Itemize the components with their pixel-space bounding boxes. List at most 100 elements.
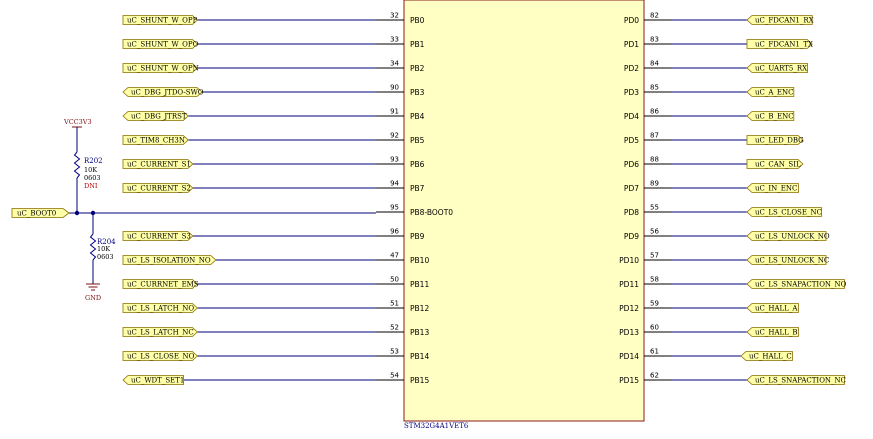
pin-name: PD2 (624, 64, 639, 73)
pin-name: PD11 (619, 280, 639, 289)
r204-value: 10K (97, 245, 110, 253)
pin-number: 90 (390, 84, 399, 92)
net-label: uC_WDT_SET1 (131, 377, 184, 385)
pin-number: 96 (390, 228, 399, 236)
pin-name: PD13 (619, 328, 639, 337)
pin-row-pb3: PB3 90 uC_DBG_JTDO-SWO (122, 84, 425, 97)
r202-dni-note: DNI (84, 182, 98, 190)
net-label: uC_SHUNT_W_OPP (127, 17, 198, 25)
pin-number: 34 (390, 60, 399, 68)
pin-name: PB8-BOOT0 (410, 208, 453, 217)
r204-resistor-symbol[interactable] (89, 233, 97, 261)
pin-row-pd2: PD2 84 uC_UART5_RX (624, 60, 808, 73)
pin-name: PD15 (619, 376, 639, 385)
net-label: uC_LED_DBG (755, 137, 804, 145)
ground-icon (86, 283, 100, 291)
pin-name: PD0 (624, 16, 639, 25)
pin-name: PD7 (624, 184, 639, 193)
pin-number: 83 (650, 36, 659, 44)
pin-number: 95 (390, 204, 399, 212)
net-label: uC_LS_SNAPACTION_NO (755, 281, 847, 289)
pin-number: 59 (650, 300, 659, 308)
pin-name: PB9 (410, 232, 425, 241)
net-label: uC_HALL_A (755, 305, 798, 313)
pin-row-pb4: PB4 91 uC_DBG_JTRST (122, 108, 425, 121)
net-label: uC_LS_CLOSE_NC (755, 209, 822, 217)
pin-name: PB0 (410, 16, 425, 25)
pin-row-pd4: PD4 86 uC_B_ENC (624, 108, 795, 121)
pin-name: PB2 (410, 64, 425, 73)
pin-number: 32 (390, 12, 399, 20)
pin-number: 85 (650, 84, 659, 92)
net-label: uC_LS_UNLOCK_NC (755, 257, 829, 265)
pin-number: 92 (390, 132, 399, 140)
pin-number: 52 (390, 324, 399, 332)
pin-number: 50 (390, 276, 399, 284)
pin-number: 91 (390, 108, 399, 116)
pin-number: 61 (650, 348, 659, 356)
pin-row-pd14: PD14 61 uC_HALL_C (619, 348, 793, 361)
pin-name: PB15 (410, 376, 429, 385)
pin-number: 54 (390, 372, 399, 380)
net-label: uC_LS_ISOLATION_NO (127, 257, 211, 265)
pin-row-pb7: PB7 94 uC_CURRENT_S2 (122, 180, 425, 193)
pin-name: PB3 (410, 88, 425, 97)
pin-number: 89 (650, 180, 659, 188)
schematic-canvas: STM32G4A1VET6 PB0 32 uC_SHUNT_W_OPP PB1 33 uC… (11, 0, 847, 430)
pin-name: PD6 (624, 160, 639, 169)
pin-number: 56 (650, 228, 659, 236)
pin-name: PB12 (410, 304, 429, 313)
pin-row-pd6: PD6 88 uC_CAN_SIL (624, 156, 804, 169)
pin-name: PD4 (624, 112, 639, 121)
pin-row-pb15: PB15 54 uC_WDT_SET1 (122, 372, 429, 385)
pin-number: 82 (650, 12, 659, 20)
net-label: uC_LS_UNLOCK_NO (755, 233, 830, 241)
net-label: uC_LS_LATCH_NO (127, 305, 194, 313)
pin-number: 93 (390, 156, 399, 164)
net-label: uC_TIM8_CH3N (127, 137, 185, 145)
net-label: uC_LS_LATCH_NC (127, 329, 194, 337)
net-label: uC_LS_SNAPACTION_NC (755, 377, 846, 385)
pin-name: PD1 (624, 40, 639, 49)
pin-row-pd7: PD7 89 uC_IN_ENC (624, 180, 799, 193)
pin-name: PB7 (410, 184, 425, 193)
pin-row-pd8: PD8 55 uC_LS_CLOSE_NC (624, 204, 822, 218)
r202-package: 0603 (84, 174, 101, 182)
net-label: uC_FDCAN1_TX (755, 41, 813, 49)
net-label: uC_SHUNT_W_OPO (127, 41, 199, 49)
net-label: uC_CAN_SIL (755, 161, 801, 169)
pin-name: PD12 (619, 304, 639, 313)
pin-number: 33 (390, 36, 399, 44)
pin-name: PD9 (624, 232, 639, 241)
pin-row-pb0: PB0 32 uC_SHUNT_W_OPP (122, 12, 425, 25)
pin-number: 51 (390, 300, 399, 308)
net-label: uC_B_ENC (755, 113, 794, 121)
pin-number: 47 (390, 252, 399, 260)
pin-name: PB5 (410, 136, 425, 145)
pin-row-pd12: PD12 59 uC_HALL_A (619, 300, 799, 313)
pin-row-pd0: PD0 82 uC_FDCAN1_RX (624, 12, 814, 26)
pin-row-pd9: PD9 56 uC_LS_UNLOCK_NO (624, 228, 830, 242)
pin-name: PD10 (619, 256, 639, 265)
pin-name: PB13 (410, 328, 429, 337)
net-label: uC_HALL_B (755, 329, 797, 337)
net-label: uC_A_ENC (755, 89, 794, 97)
boot0-circuit: uC_BOOT0 VCC3V3 R202 10K 0603 DNI R204 1… (11, 118, 376, 302)
net-label: uC_FDCAN1_RX (755, 17, 814, 25)
pin-name: PB10 (410, 256, 429, 265)
right-pin-group: PD0 82 uC_FDCAN1_RX PD1 83 uC_FDCAN1_TX PD2 84 u… (619, 12, 847, 386)
pin-number: 86 (650, 108, 659, 116)
pin-number: 60 (650, 324, 659, 332)
pin-row-pb9: PB9 96 uC_CURRENT_S3 (122, 228, 425, 241)
pin-row-pb13: PB13 52 uC_LS_LATCH_NC (122, 324, 429, 337)
pin-number: 87 (650, 132, 659, 140)
pin-row-pb6: PB6 93 uC_CURRENT_S1 (122, 156, 425, 169)
pin-row-pb14: PB14 53 uC_LS_CLOSE_NO (122, 348, 429, 361)
pin-name: PB14 (410, 352, 429, 361)
pin-row-pb1: PB1 33 uC_SHUNT_W_OPO (122, 36, 425, 49)
net-label: uC_IN_ENC (755, 185, 797, 193)
pin-row-pd5: PD5 87 uC_LED_DBG (624, 132, 804, 146)
pin-row-pd11: PD11 58 uC_LS_SNAPACTION_NO (619, 276, 847, 290)
r202-resistor-symbol[interactable] (73, 151, 81, 179)
pin-name: PD5 (624, 136, 639, 145)
